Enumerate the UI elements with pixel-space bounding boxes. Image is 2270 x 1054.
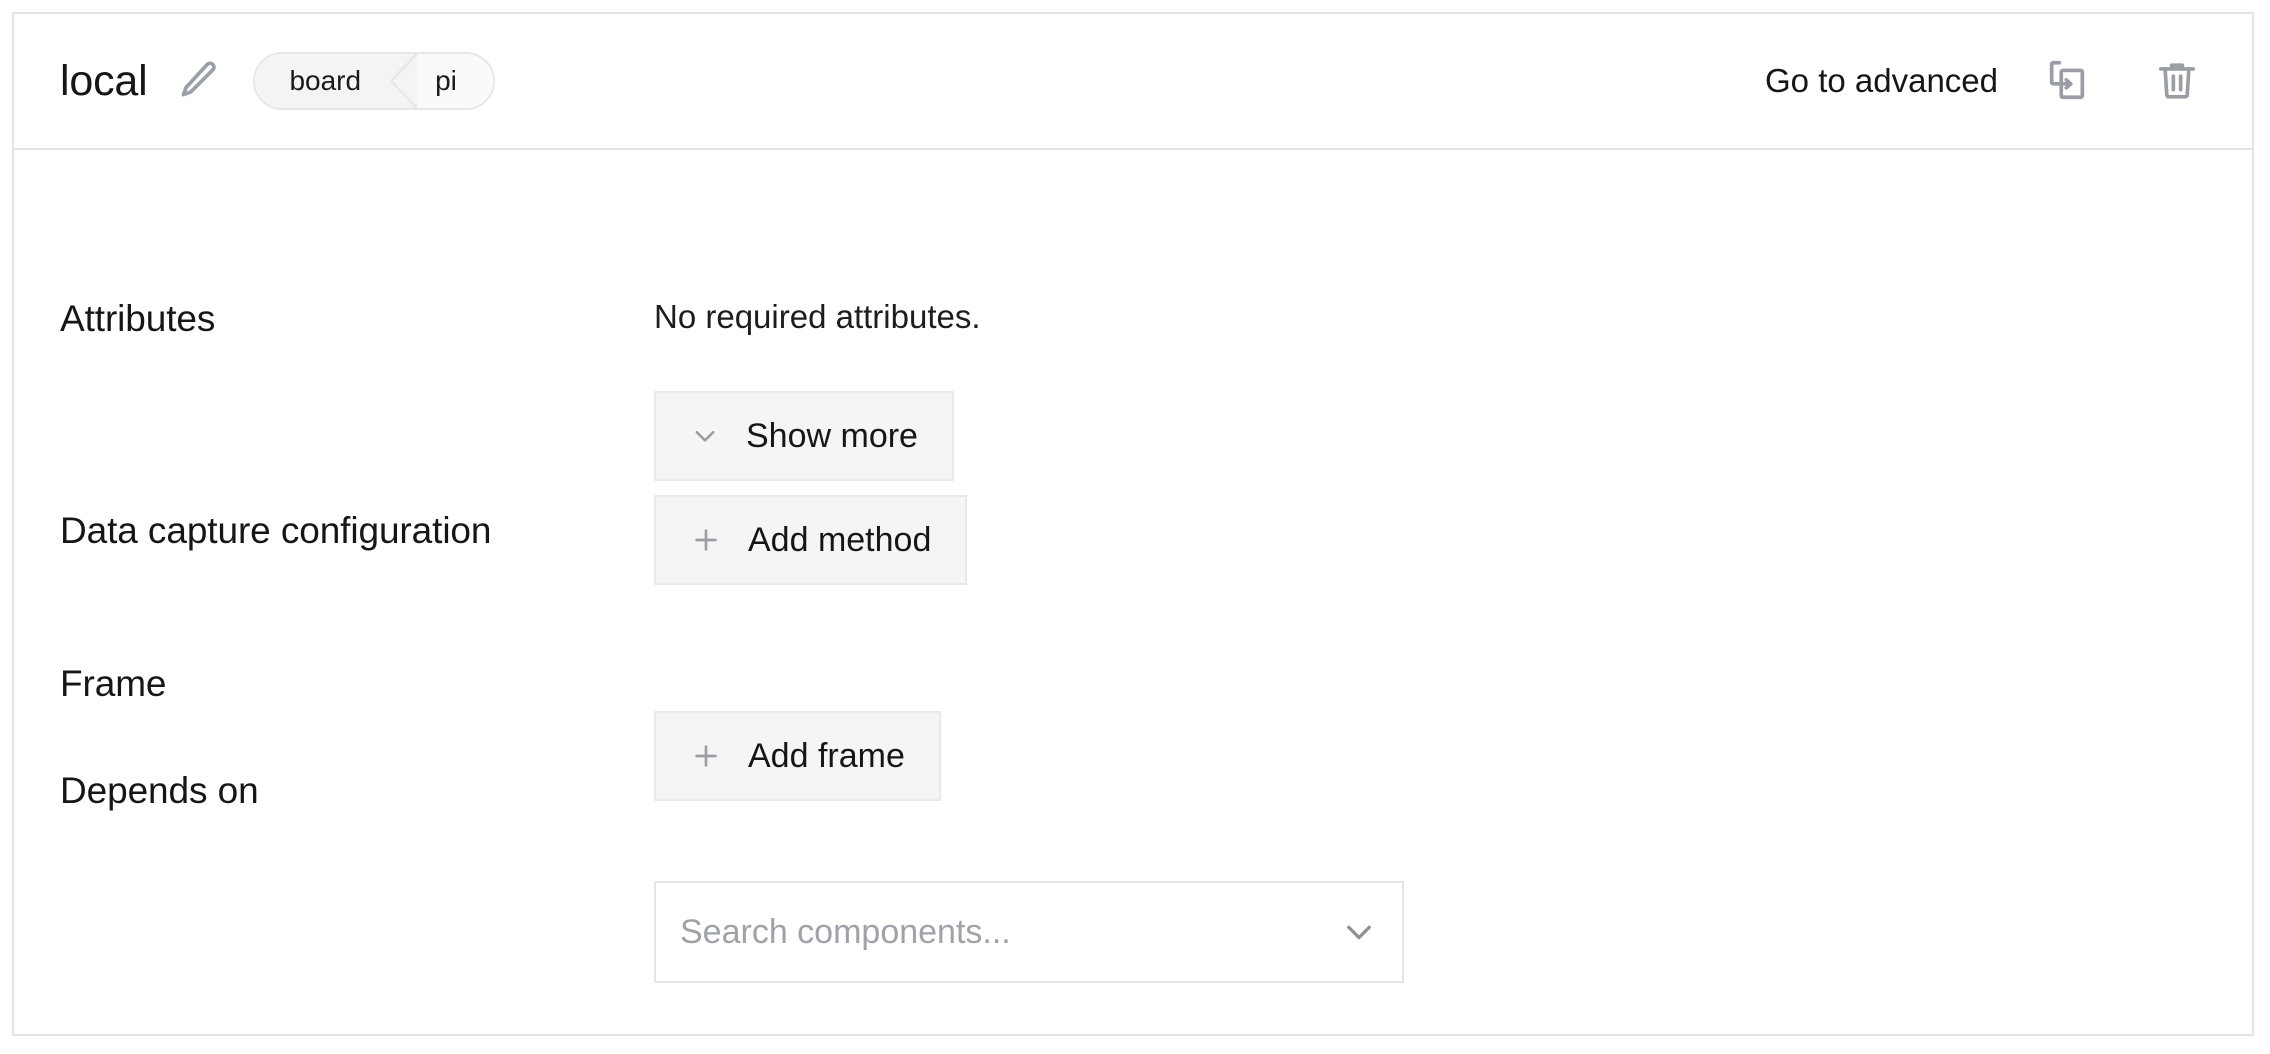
add-method-label: Add method xyxy=(748,521,931,560)
plus-icon xyxy=(690,740,722,772)
edit-name-button[interactable] xyxy=(173,55,225,107)
panel-header: local board pi Go to advanced xyxy=(14,14,2252,150)
delete-component-button[interactable] xyxy=(2148,52,2206,110)
component-config-panel: local board pi Go to advanced xyxy=(12,12,2254,1036)
chevron-down-icon[interactable] xyxy=(1338,911,1380,953)
add-method-button[interactable]: Add method xyxy=(654,495,967,585)
field-label-attributes: Attributes xyxy=(60,292,620,346)
field-label-frame: Frame xyxy=(60,657,620,711)
depends-on-combobox[interactable]: Search components... xyxy=(654,881,1404,983)
breadcrumb[interactable]: board pi xyxy=(253,52,494,110)
breadcrumb-separator-icon xyxy=(391,54,417,108)
header-left-group: local board pi xyxy=(60,52,495,110)
header-right-group: Go to advanced xyxy=(1765,52,2206,110)
pencil-icon xyxy=(177,58,221,105)
duplicate-icon xyxy=(2044,57,2090,106)
trash-icon xyxy=(2154,57,2200,106)
field-label-data-capture-configuration: Data capture configuration xyxy=(60,504,620,558)
go-to-advanced-link[interactable]: Go to advanced xyxy=(1765,62,1998,100)
show-more-label: Show more xyxy=(746,417,918,456)
search-components-input[interactable]: Search components... xyxy=(680,913,1338,952)
add-frame-label: Add frame xyxy=(748,737,905,776)
duplicate-component-button[interactable] xyxy=(2038,52,2096,110)
show-more-button[interactable]: Show more xyxy=(654,391,954,481)
field-label-depends-on: Depends on xyxy=(60,764,620,818)
breadcrumb-item-board[interactable]: board xyxy=(255,54,391,108)
chevron-down-icon xyxy=(690,421,720,451)
page-title: local xyxy=(60,60,147,103)
add-frame-button[interactable]: Add frame xyxy=(654,711,941,801)
attributes-empty-text: No required attributes. xyxy=(654,300,981,333)
plus-icon xyxy=(690,524,722,556)
breadcrumb-item-pi[interactable]: pi xyxy=(417,54,493,108)
